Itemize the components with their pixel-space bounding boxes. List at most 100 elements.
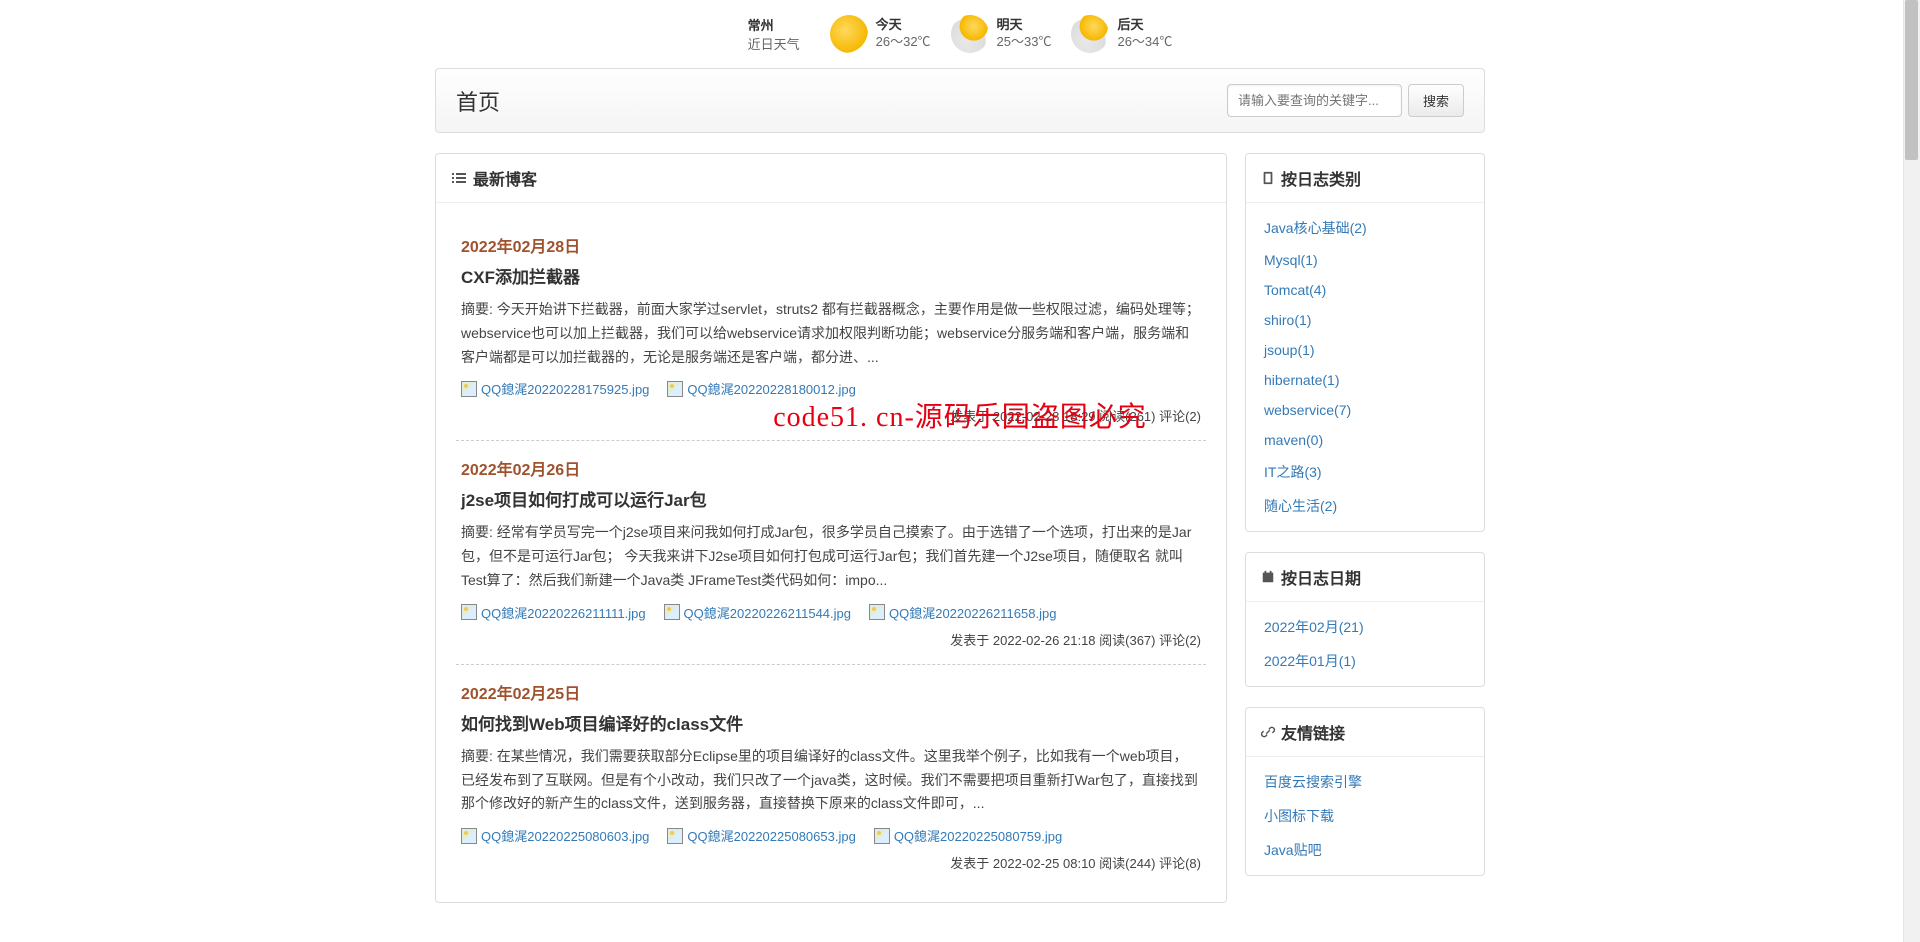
post-images: QQ鎴浘20220225080603.jpg QQ鎴浘20220225080653…: [461, 826, 1201, 845]
post-title-link[interactable]: CXF添加拦截器: [461, 268, 580, 287]
dates-panel: 按日志日期 2022年02月(21) 2022年01月(1): [1245, 552, 1485, 687]
sunny-icon: [830, 15, 868, 53]
partly-cloudy-icon: [1071, 15, 1109, 53]
friend-link-item: Java贴吧: [1246, 833, 1484, 867]
category-item: jsoup(1): [1246, 335, 1484, 365]
broken-image-link[interactable]: QQ鎴浘20220228175925.jpg: [461, 379, 649, 398]
latest-blogs-panel: 最新博客 2022年02月28日 CXF添加拦截器摘要: 今天开始讲下拦截器，前面…: [435, 153, 1227, 903]
category-item: Mysql(1): [1246, 245, 1484, 275]
friend-link-item-link[interactable]: 小图标下载: [1264, 808, 1334, 824]
friend-link-item-link[interactable]: 百度云搜索引擎: [1264, 774, 1362, 790]
weather-day-temp: 26～34℃: [1117, 34, 1172, 51]
categories-title: 按日志类别: [1281, 166, 1361, 190]
weather-day-today: 今天 26～32℃: [830, 15, 931, 53]
broken-image-link[interactable]: QQ鎴浘20220225080653.jpg: [667, 826, 855, 845]
date-item-link[interactable]: 2022年01月(1): [1264, 653, 1356, 669]
blog-post: 2022年02月25日如何找到Web项目编译好的class文件摘要: 在某些情况…: [456, 665, 1206, 887]
post-meta: 发表于 2022-02-28 18:29 阅读(261) 评论(2): [461, 406, 1201, 425]
broken-image-icon: [461, 604, 477, 620]
post-images: QQ鎴浘20220228175925.jpg QQ鎴浘20220228180012…: [461, 379, 1201, 398]
friend-link-item-link[interactable]: Java贴吧: [1264, 842, 1322, 858]
broken-image-icon: [461, 828, 477, 844]
scrollbar-track[interactable]: [1903, 0, 1920, 942]
category-item-link[interactable]: 随心生活(2): [1264, 498, 1337, 514]
post-date: 2022年02月26日: [461, 456, 1201, 480]
category-item: Tomcat(4): [1246, 275, 1484, 305]
broken-image-name: QQ鎴浘20220226211658.jpg: [889, 603, 1056, 622]
page-header: 首页 搜索: [435, 68, 1485, 133]
broken-image-name: QQ鎴浘20220225080603.jpg: [481, 826, 649, 845]
category-item: shiro(1): [1246, 305, 1484, 335]
post-meta: 发表于 2022-02-26 21:18 阅读(367) 评论(2): [461, 630, 1201, 649]
blog-post: 2022年02月26日 j2se项目如何打成可以运行Jar包摘要: 经常有学员写完…: [456, 441, 1206, 664]
broken-image-icon: [874, 828, 890, 844]
category-item-link[interactable]: maven(0): [1264, 432, 1323, 448]
post-title-link[interactable]: j2se项目如何打成可以运行Jar包: [461, 491, 707, 510]
weather-city: 常州: [748, 15, 800, 34]
links-title: 友情链接: [1281, 720, 1345, 744]
post-title-link[interactable]: 如何找到Web项目编译好的class文件: [461, 715, 743, 734]
category-item: IT之路(3): [1246, 455, 1484, 489]
post-summary: 摘要: 在某些情况，我们需要获取部分Eclipse里的项目编译好的class文件…: [461, 745, 1201, 816]
weather-day-temp: 26～32℃: [876, 34, 931, 51]
links-panel: 友情链接 百度云搜索引擎小图标下载 Java贴吧: [1245, 707, 1485, 876]
categories-panel: 按日志类别 Java核心基础(2) Mysql(1) Tomcat(4) shiro(…: [1245, 153, 1485, 532]
search-button[interactable]: 搜索: [1408, 84, 1464, 117]
weather-bar: 常州 近日天气 今天 26～32℃ 明天 25～33℃ 后天 26～34℃: [435, 0, 1485, 68]
blog-post: 2022年02月28日 CXF添加拦截器摘要: 今天开始讲下拦截器，前面大家学过s…: [456, 218, 1206, 441]
weather-subtitle: 近日天气: [748, 34, 800, 53]
category-item-link[interactable]: shiro(1): [1264, 312, 1311, 328]
broken-image-link[interactable]: QQ鎴浘20220226211111.jpg: [461, 603, 646, 622]
partly-cloudy-icon: [951, 15, 989, 53]
broken-image-link[interactable]: QQ鎴浘20220228180012.jpg: [667, 379, 855, 398]
friend-link-item: 百度云搜索引擎: [1246, 765, 1484, 799]
category-item-link[interactable]: Mysql(1): [1264, 252, 1318, 268]
category-item-link[interactable]: Tomcat(4): [1264, 282, 1326, 298]
link-icon: [1261, 725, 1275, 739]
category-item: webservice(7): [1246, 395, 1484, 425]
date-item: 2022年01月(1): [1246, 644, 1484, 678]
search-input[interactable]: [1227, 84, 1402, 117]
broken-image-link[interactable]: QQ鎴浘20220226211544.jpg: [664, 603, 851, 622]
category-item: maven(0): [1246, 425, 1484, 455]
category-item: hibernate(1): [1246, 365, 1484, 395]
latest-blogs-title: 最新博客: [473, 166, 537, 190]
category-item: Java核心基础(2): [1246, 211, 1484, 245]
category-item-link[interactable]: IT之路(3): [1264, 464, 1322, 480]
broken-image-name: QQ鎴浘20220225080759.jpg: [894, 826, 1062, 845]
broken-image-icon: [461, 381, 477, 397]
page-title: 首页: [456, 85, 500, 117]
scrollbar-thumb[interactable]: [1905, 0, 1918, 160]
broken-image-link[interactable]: QQ鎴浘20220226211658.jpg: [869, 603, 1056, 622]
broken-image-name: QQ鎴浘20220226211544.jpg: [684, 603, 851, 622]
broken-image-link[interactable]: QQ鎴浘20220225080759.jpg: [874, 826, 1062, 845]
list-icon: [451, 170, 467, 186]
post-summary: 摘要: 经常有学员写完一个j2se项目来问我如何打成Jar包，很多学员自己摸索了…: [461, 521, 1201, 592]
date-item-link[interactable]: 2022年02月(21): [1264, 619, 1364, 635]
weather-day-temp: 25～33℃: [997, 34, 1052, 51]
broken-image-icon: [664, 604, 680, 620]
broken-image-name: QQ鎴浘20220225080653.jpg: [687, 826, 855, 845]
broken-image-link[interactable]: QQ鎴浘20220225080603.jpg: [461, 826, 649, 845]
date-item: 2022年02月(21): [1246, 610, 1484, 644]
post-date: 2022年02月28日: [461, 233, 1201, 257]
post-date: 2022年02月25日: [461, 680, 1201, 704]
weather-day-label: 今天: [876, 17, 931, 34]
post-meta: 发表于 2022-02-25 08:10 阅读(244) 评论(8): [461, 853, 1201, 872]
category-item-link[interactable]: jsoup(1): [1264, 342, 1315, 358]
broken-image-icon: [667, 828, 683, 844]
calendar-icon: [1261, 570, 1275, 584]
weather-day-after: 后天 26～34℃: [1071, 15, 1172, 53]
broken-image-icon: [667, 381, 683, 397]
broken-image-name: QQ鎴浘20220228180012.jpg: [687, 379, 855, 398]
category-item-link[interactable]: Java核心基础(2): [1264, 220, 1367, 236]
broken-image-icon: [869, 604, 885, 620]
category-item-link[interactable]: hibernate(1): [1264, 372, 1340, 388]
dates-title: 按日志日期: [1281, 565, 1361, 589]
weather-day-label: 后天: [1117, 17, 1172, 34]
weather-day-label: 明天: [997, 17, 1052, 34]
post-summary: 摘要: 今天开始讲下拦截器，前面大家学过servlet，struts2 都有拦截…: [461, 298, 1201, 369]
clipboard-icon: [1261, 171, 1275, 185]
broken-image-name: QQ鎴浘20220228175925.jpg: [481, 379, 649, 398]
category-item-link[interactable]: webservice(7): [1264, 402, 1351, 418]
